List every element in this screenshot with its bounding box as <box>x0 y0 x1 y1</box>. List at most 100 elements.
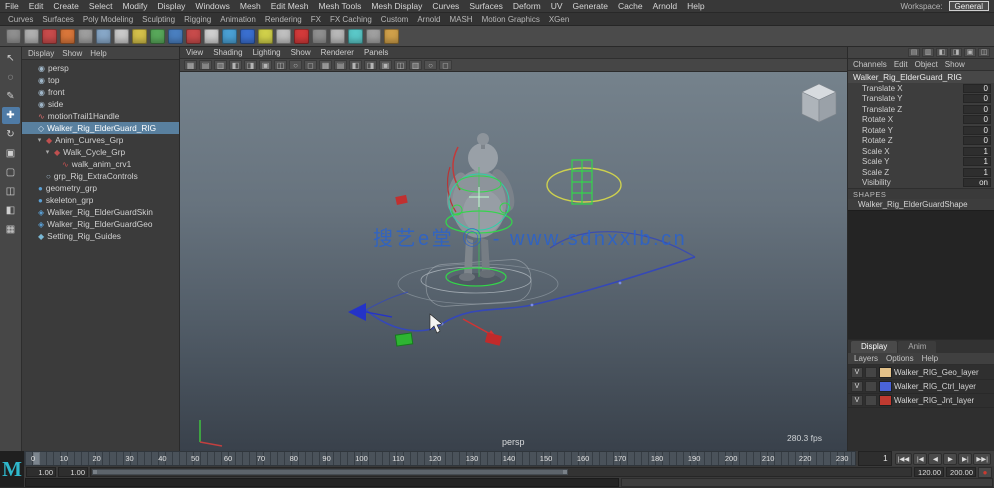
workspace-selector[interactable]: General <box>949 1 989 11</box>
shelf-tool-icon[interactable] <box>168 29 183 44</box>
motion-trail-curve[interactable] <box>366 257 695 331</box>
shelf-tab[interactable]: Sculpting <box>142 15 175 24</box>
transport-button[interactable]: ▶| <box>958 453 972 465</box>
outliner-item[interactable]: ◉ side <box>22 98 179 110</box>
shelf-tool-icon[interactable] <box>186 29 201 44</box>
command-line-input[interactable] <box>25 478 619 487</box>
shape-node-name[interactable]: Walker_Rig_ElderGuardShape <box>848 199 994 210</box>
channel-row[interactable]: Visibility on <box>848 178 994 189</box>
channel-value-field[interactable]: 1 <box>963 157 991 166</box>
shelf-tool-icon[interactable] <box>24 29 39 44</box>
channel-row[interactable]: Translate Z 0 <box>848 104 994 115</box>
menu-item[interactable]: Generate <box>573 1 608 11</box>
transport-button[interactable]: ▶ <box>943 453 957 465</box>
outliner-item[interactable]: ▾ ◆ Walk_Cycle_Grp <box>22 146 179 158</box>
character-foot-right[interactable] <box>479 270 495 278</box>
viewport-toolbar-icon[interactable]: ◫ <box>394 60 407 70</box>
toolbox-tool[interactable]: ▢ <box>2 164 20 181</box>
playback-end-field[interactable]: 120.00 <box>914 467 944 477</box>
layer-row[interactable]: V Walker_RIG_Ctrl_layer <box>848 380 994 394</box>
viewport-menu-item[interactable]: View <box>186 48 203 57</box>
shelf-tool-icon[interactable] <box>240 29 255 44</box>
green-wire-box[interactable] <box>572 160 592 204</box>
expand-arrow-icon[interactable]: ▾ <box>44 148 51 156</box>
viewport-toolbar-icon[interactable]: ◧ <box>229 60 242 70</box>
red-flag-marker[interactable] <box>395 195 407 205</box>
toolbox-tool[interactable]: ◌ <box>2 69 20 86</box>
outliner-item[interactable]: ∿ motionTrail1Handle <box>22 110 179 122</box>
outliner-menu-item[interactable]: Help <box>90 49 106 58</box>
right-panel-icon[interactable]: ▤ <box>908 48 920 57</box>
viewport-toolbar-icon[interactable]: ▥ <box>409 60 422 70</box>
shelf-tab[interactable]: Rigging <box>184 15 211 24</box>
right-panel-icon[interactable]: ◧ <box>936 48 948 57</box>
anim-end-field[interactable]: 200.00 <box>946 467 976 477</box>
right-panel-icon[interactable]: ◨ <box>950 48 962 57</box>
outliner-menu-item[interactable]: Show <box>62 49 82 58</box>
shelf-tool-icon[interactable] <box>330 29 345 44</box>
menu-item[interactable]: Create <box>53 1 79 11</box>
channel-row[interactable]: Scale Z 1 <box>848 167 994 178</box>
transport-button[interactable]: |◀◀ <box>895 453 913 465</box>
menu-item[interactable]: Modify <box>123 1 148 11</box>
channel-box-menu-item[interactable]: Object <box>915 60 938 69</box>
outliner-item[interactable]: ○ grp_Rig_ExtraControls <box>22 170 179 182</box>
menu-item[interactable]: Display <box>158 1 186 11</box>
transport-button[interactable]: ▶▶| <box>973 453 991 465</box>
viewport-toolbar-icon[interactable]: ○ <box>424 60 437 70</box>
blue-arrow-head[interactable] <box>348 303 366 321</box>
shelf-tab[interactable]: Custom <box>381 15 409 24</box>
range-slider-bar[interactable] <box>92 469 568 475</box>
channel-box-menu-item[interactable]: Channels <box>853 60 887 69</box>
channel-value-field[interactable]: 0 <box>963 136 991 145</box>
viewport-menu-item[interactable]: Show <box>291 48 311 57</box>
shelf-tool-icon[interactable] <box>114 29 129 44</box>
right-panel-icon[interactable]: ▥ <box>922 48 934 57</box>
layer-row[interactable]: V Walker_RIG_Geo_layer <box>848 366 994 380</box>
shelf-tool-icon[interactable] <box>258 29 273 44</box>
menu-item[interactable]: Arnold <box>653 1 678 11</box>
shelf-tab[interactable]: Motion Graphics <box>482 15 540 24</box>
shelf-tab[interactable]: MASH <box>449 15 472 24</box>
layer-mode-box[interactable] <box>865 367 877 378</box>
expand-arrow-icon[interactable]: ▾ <box>36 136 43 144</box>
shelf-tab[interactable]: Poly Modeling <box>83 15 133 24</box>
toolbox-tool[interactable]: ✎ <box>2 88 20 105</box>
transport-button[interactable]: |◀ <box>913 453 927 465</box>
layer-editor-menu-item[interactable]: Help <box>922 354 938 363</box>
shelf-tool-icon[interactable] <box>384 29 399 44</box>
menu-item[interactable]: Edit Mesh <box>271 1 309 11</box>
viewport-canvas[interactable]: 搜艺e堂 ◎ - www.sdnxxlb.cn <box>180 72 847 451</box>
viewport-toolbar-icon[interactable]: ◻ <box>439 60 452 70</box>
shelf-tool-icon[interactable] <box>6 29 21 44</box>
channel-box-object-name[interactable]: Walker_Rig_ElderGuard_RIG <box>848 71 994 83</box>
channel-row[interactable]: Translate Y 0 <box>848 94 994 105</box>
viewport-toolbar-icon[interactable]: ◨ <box>244 60 257 70</box>
menu-item[interactable]: Mesh Display <box>371 1 422 11</box>
channel-value-field[interactable]: on <box>963 178 991 187</box>
outliner-item[interactable]: ● geometry_grp <box>22 182 179 194</box>
menu-item[interactable]: Mesh Tools <box>319 1 362 11</box>
viewport-toolbar-icon[interactable]: ◫ <box>274 60 287 70</box>
shelf-tool-icon[interactable] <box>96 29 111 44</box>
anim-start-field[interactable]: 1.00 <box>26 467 56 477</box>
right-panel-icon[interactable]: ◫ <box>978 48 990 57</box>
channel-value-field[interactable]: 0 <box>963 126 991 135</box>
channel-value-field[interactable]: 1 <box>963 168 991 177</box>
viewport-toolbar-icon[interactable]: ▤ <box>334 60 347 70</box>
shelf-tab[interactable]: Curves <box>8 15 33 24</box>
shelf-tab[interactable]: Surfaces <box>42 15 74 24</box>
menu-item[interactable]: Curves <box>432 1 459 11</box>
channel-value-field[interactable]: 0 <box>963 84 991 93</box>
shelf-tool-icon[interactable] <box>348 29 363 44</box>
view-cube[interactable] <box>802 84 836 122</box>
layer-editor-menu-item[interactable]: Layers <box>854 354 878 363</box>
green-key-box[interactable] <box>395 333 412 346</box>
channel-value-field[interactable]: 0 <box>963 105 991 114</box>
channel-row[interactable]: Rotate Y 0 <box>848 125 994 136</box>
playback-start-field[interactable]: 1.00 <box>58 467 88 477</box>
shelf-tool-icon[interactable] <box>132 29 147 44</box>
layer-editor-menu-item[interactable]: Options <box>886 354 914 363</box>
toolbox-tool[interactable]: ◫ <box>2 183 20 200</box>
viewport-menu-item[interactable]: Panels <box>364 48 388 57</box>
